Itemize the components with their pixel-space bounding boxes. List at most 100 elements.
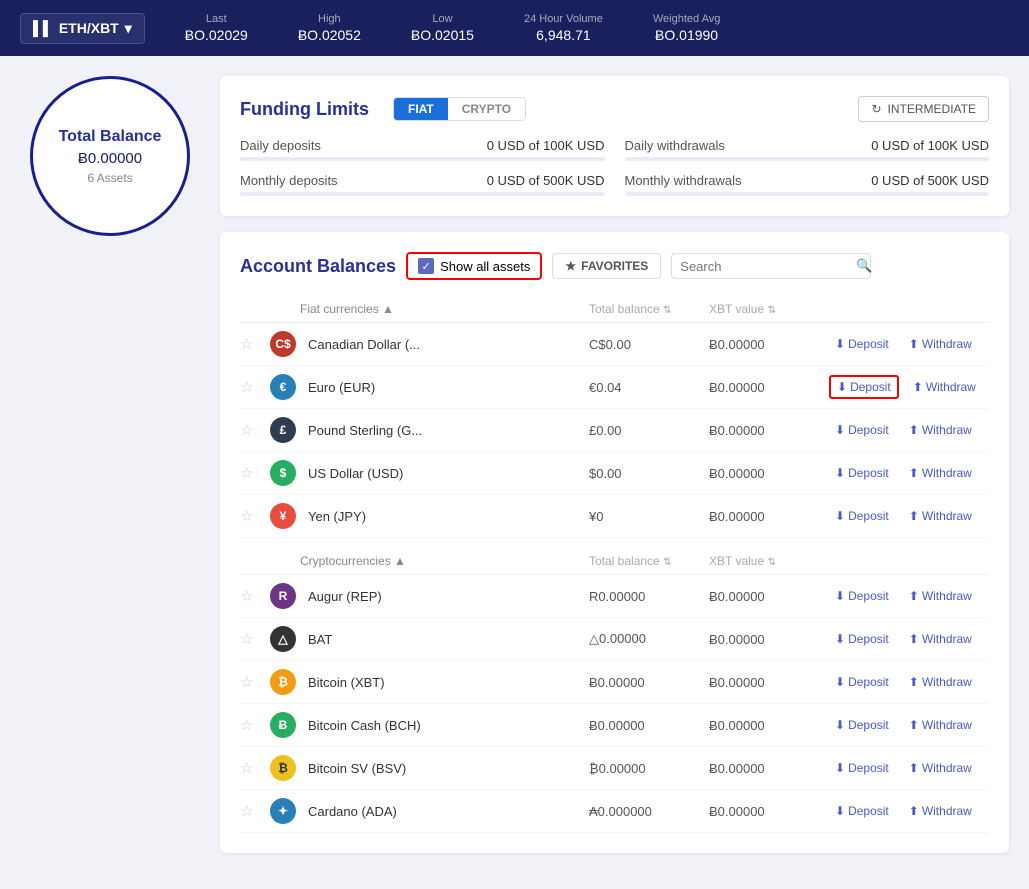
withdraw-button[interactable]: ⬆ Withdraw xyxy=(903,801,978,821)
favorite-star[interactable]: ☆ xyxy=(240,507,270,525)
favorite-star[interactable]: ☆ xyxy=(240,759,270,777)
currency-icon-gbp: £ xyxy=(270,417,296,443)
table-row: ☆ ¥ Yen (JPY) ¥0 Ƀ0.00000 ⬇ Deposit ⬆ Wi… xyxy=(240,495,989,538)
total-balance: R0.00000 xyxy=(589,589,709,604)
currency-name: Bitcoin SV (BSV) xyxy=(300,761,589,776)
table-row: ☆ $ US Dollar (USD) $0.00 Ƀ0.00000 ⬇ Dep… xyxy=(240,452,989,495)
balance-circle: Total Balance Ƀ0.00000 6 Assets xyxy=(30,76,190,236)
search-input[interactable] xyxy=(680,259,856,274)
xbt-value: Ƀ0.00000 xyxy=(709,509,829,524)
ticker-selector[interactable]: ▌▌ ETH/XBT ▾ xyxy=(20,13,145,44)
total-balance: £0.00 xyxy=(589,423,709,438)
total-balance: ₿0.00000 xyxy=(589,761,709,776)
deposit-button[interactable]: ⬇ Deposit xyxy=(829,334,895,354)
withdraw-button[interactable]: ⬆ Withdraw xyxy=(903,420,978,440)
action-buttons: ⬇ Deposit ⬆ Withdraw xyxy=(829,375,989,399)
funding-row-3: Monthly withdrawals 0 USD of 500K USD xyxy=(625,173,990,196)
action-buttons: ⬇ Deposit ⬆ Withdraw xyxy=(829,420,989,440)
deposit-button[interactable]: ⬇ Deposit xyxy=(829,758,895,778)
stat-weighted-avg: Weighted Avg ɃO.01990 xyxy=(653,13,720,43)
currency-icon-usd: $ xyxy=(270,460,296,486)
currency-icon-btc: ₿ xyxy=(270,669,296,695)
table-row: ☆ ✦ Cardano (ADA) ₳0.000000 Ƀ0.00000 ⬇ D… xyxy=(240,790,989,833)
deposit-button[interactable]: ⬇ Deposit xyxy=(829,629,895,649)
currency-icon-eur: € xyxy=(270,374,296,400)
favorite-star[interactable]: ☆ xyxy=(240,673,270,691)
withdraw-button[interactable]: ⬆ Withdraw xyxy=(903,715,978,735)
action-buttons: ⬇ Deposit ⬆ Withdraw xyxy=(829,715,989,735)
action-buttons: ⬇ Deposit ⬆ Withdraw xyxy=(829,506,989,526)
balances-header: Account Balances ✓ Show all assets ★ FAV… xyxy=(240,252,989,280)
stat-high: High ɃO.02052 xyxy=(298,13,361,43)
currency-name: Augur (REP) xyxy=(300,589,589,604)
balances-title: Account Balances xyxy=(240,256,396,277)
deposit-button[interactable]: ⬇ Deposit xyxy=(829,715,895,735)
level-icon: ↻ xyxy=(871,102,881,116)
action-buttons: ⬇ Deposit ⬆ Withdraw xyxy=(829,629,989,649)
favorite-star[interactable]: ☆ xyxy=(240,421,270,439)
withdraw-button[interactable]: ⬆ Withdraw xyxy=(903,672,978,692)
stat-last: Last ɃO.02029 xyxy=(185,13,248,43)
show-all-assets-button[interactable]: ✓ Show all assets xyxy=(406,252,542,280)
funding-header: Funding Limits FIAT CRYPTO ↻ INTERMEDIAT… xyxy=(240,96,989,122)
currency-name: BAT xyxy=(300,632,589,647)
stat-low: Low ɃO.02015 xyxy=(411,13,474,43)
currency-name: Pound Sterling (G... xyxy=(300,423,589,438)
total-balance: △0.00000 xyxy=(589,631,709,647)
total-balance: ₳0.000000 xyxy=(589,804,709,819)
intermediate-button[interactable]: ↻ INTERMEDIATE xyxy=(858,96,989,122)
star-icon: ★ xyxy=(565,259,576,273)
stat-volume: 24 Hour Volume 6,948.71 xyxy=(524,13,603,43)
withdraw-button[interactable]: ⬆ Withdraw xyxy=(903,506,978,526)
checkbox-icon: ✓ xyxy=(418,258,434,274)
currency-name: Euro (EUR) xyxy=(300,380,589,395)
table-row: ☆ Ƀ Bitcoin Cash (BCH) Ƀ0.00000 Ƀ0.00000… xyxy=(240,704,989,747)
withdraw-button[interactable]: ⬆ Withdraw xyxy=(903,463,978,483)
crypto-tab[interactable]: CRYPTO xyxy=(448,98,525,120)
left-panel: Total Balance Ƀ0.00000 6 Assets xyxy=(20,76,200,869)
deposit-button[interactable]: ⬇ Deposit xyxy=(829,463,895,483)
deposit-button[interactable]: ⬇ Deposit xyxy=(829,801,895,821)
favorites-button[interactable]: ★ FAVORITES xyxy=(552,253,661,279)
currency-name: Bitcoin Cash (BCH) xyxy=(300,718,589,733)
withdraw-button[interactable]: ⬆ Withdraw xyxy=(903,334,978,354)
search-box[interactable]: 🔍 xyxy=(671,253,871,279)
search-icon: 🔍 xyxy=(856,258,872,274)
action-buttons: ⬇ Deposit ⬆ Withdraw xyxy=(829,463,989,483)
withdraw-button[interactable]: ⬆ Withdraw xyxy=(903,586,978,606)
balance-assets: 6 Assets xyxy=(87,171,132,185)
withdraw-button[interactable]: ⬆ Withdraw xyxy=(903,629,978,649)
favorite-star[interactable]: ☆ xyxy=(240,802,270,820)
withdraw-button[interactable]: ⬆ Withdraw xyxy=(903,758,978,778)
favorite-star[interactable]: ☆ xyxy=(240,378,270,396)
main-content: Total Balance Ƀ0.00000 6 Assets Funding … xyxy=(0,56,1029,889)
deposit-button[interactable]: ⬇ Deposit xyxy=(829,672,895,692)
deposit-button[interactable]: ⬇ Deposit xyxy=(829,506,895,526)
total-balance: Ƀ0.00000 xyxy=(589,675,709,690)
right-panel: Funding Limits FIAT CRYPTO ↻ INTERMEDIAT… xyxy=(220,76,1009,869)
favorite-star[interactable]: ☆ xyxy=(240,587,270,605)
favorite-star[interactable]: ☆ xyxy=(240,335,270,353)
funding-row-2: Monthly deposits 0 USD of 500K USD xyxy=(240,173,605,196)
deposit-button[interactable]: ⬇ Deposit xyxy=(829,586,895,606)
funding-limits-card: Funding Limits FIAT CRYPTO ↻ INTERMEDIAT… xyxy=(220,76,1009,216)
action-buttons: ⬇ Deposit ⬆ Withdraw xyxy=(829,672,989,692)
xbt-value: Ƀ0.00000 xyxy=(709,761,829,776)
xbt-value: Ƀ0.00000 xyxy=(709,423,829,438)
deposit-button-highlighted[interactable]: ⬇ Deposit xyxy=(829,375,899,399)
ticker-label: ETH/XBT xyxy=(59,20,119,36)
table-row: ☆ ₿ Bitcoin (XBT) Ƀ0.00000 Ƀ0.00000 ⬇ De… xyxy=(240,661,989,704)
favorite-star[interactable]: ☆ xyxy=(240,630,270,648)
fiat-tab[interactable]: FIAT xyxy=(394,98,448,120)
xbt-value: Ƀ0.00000 xyxy=(709,632,829,647)
table-row: ☆ R Augur (REP) R0.00000 Ƀ0.00000 ⬇ Depo… xyxy=(240,575,989,618)
funding-title: Funding Limits xyxy=(240,99,369,120)
deposit-button[interactable]: ⬇ Deposit xyxy=(829,420,895,440)
withdraw-button[interactable]: ⬆ Withdraw xyxy=(907,377,982,397)
xbt-value: Ƀ0.00000 xyxy=(709,718,829,733)
fiat-section-header: Fiat currencies ▲ Total balance ⇅ XBT va… xyxy=(240,296,989,323)
balance-title: Total Balance xyxy=(59,128,162,146)
favorite-star[interactable]: ☆ xyxy=(240,464,270,482)
total-balance: €0.04 xyxy=(589,380,709,395)
favorite-star[interactable]: ☆ xyxy=(240,716,270,734)
